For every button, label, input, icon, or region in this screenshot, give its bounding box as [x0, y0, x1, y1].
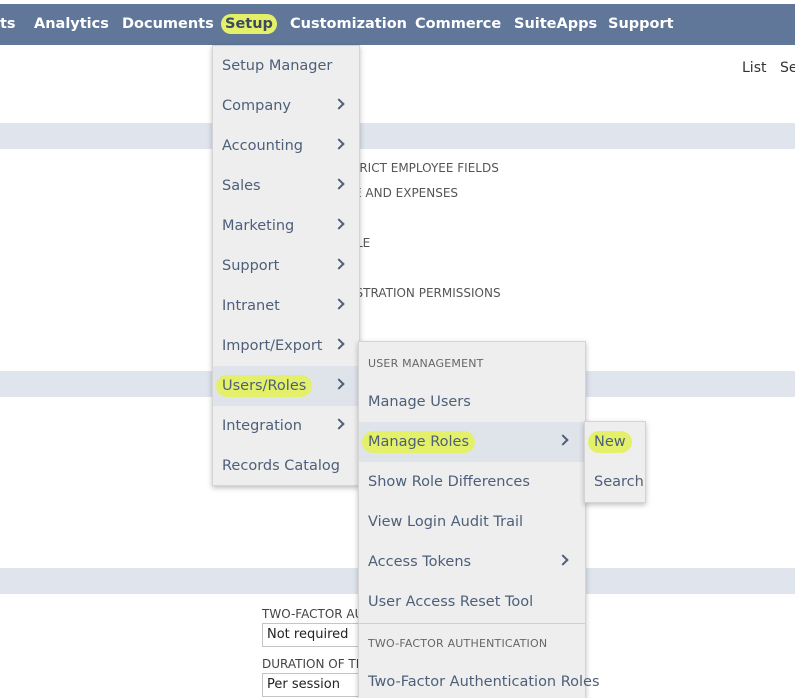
- menu-item-intranet[interactable]: Intranet: [213, 286, 359, 326]
- menu-item-access-tokens[interactable]: Access Tokens: [359, 542, 585, 582]
- menu-item-accounting[interactable]: Accounting: [213, 126, 359, 166]
- menu-item-marketing[interactable]: Marketing: [213, 206, 359, 246]
- chevron-right-icon: [333, 258, 345, 270]
- menu-item-user-access-reset-tool[interactable]: User Access Reset Tool: [359, 582, 585, 622]
- users-roles-submenu: USER MANAGEMENT Manage Users Manage Role…: [358, 341, 600, 698]
- nav-item-documents[interactable]: Documents: [122, 4, 214, 45]
- permission-label: E AND EXPENSES: [354, 186, 459, 200]
- duration-field-label: DURATION OF TR: [262, 657, 365, 671]
- menu-divider: [359, 623, 585, 624]
- menu-item-sales[interactable]: Sales: [213, 166, 359, 206]
- nav-item-support[interactable]: Support: [608, 4, 674, 45]
- search-link[interactable]: Se: [780, 60, 795, 76]
- menu-item-view-login-audit-trail[interactable]: View Login Audit Trail: [359, 502, 585, 542]
- permission-label: ISTRATION PERMISSIONS: [352, 286, 501, 300]
- menu-item-users-roles[interactable]: Users/Roles: [213, 366, 359, 406]
- menu-item-show-role-differences[interactable]: Show Role Differences: [359, 462, 585, 502]
- user-management-header: USER MANAGEMENT: [368, 357, 484, 370]
- chevron-right-icon: [333, 298, 345, 310]
- chevron-right-icon: [557, 554, 569, 566]
- chevron-right-icon: [557, 434, 569, 446]
- menu-item-manage-users[interactable]: Manage Users: [359, 382, 585, 422]
- menu-item-two-factor-authentication-roles[interactable]: Two-Factor Authentication Roles: [359, 662, 600, 698]
- menu-item-new-role[interactable]: New: [585, 422, 645, 462]
- chevron-right-icon: [333, 378, 345, 390]
- menu-item-company[interactable]: Company: [213, 86, 359, 126]
- nav-item-analytics[interactable]: Analytics: [34, 4, 109, 45]
- two-factor-select[interactable]: Not required: [262, 623, 362, 647]
- chevron-right-icon: [333, 338, 345, 350]
- setup-dropdown-menu: Setup Manager Company Accounting Sales M…: [212, 45, 360, 486]
- chevron-right-icon: [333, 138, 345, 150]
- duration-select[interactable]: Per session: [262, 673, 362, 697]
- manage-roles-submenu: New Search: [584, 421, 646, 503]
- menu-item-integration[interactable]: Integration: [213, 406, 359, 446]
- two-factor-header: TWO-FACTOR AUTHENTICATION: [368, 637, 548, 650]
- chevron-right-icon: [333, 178, 345, 190]
- nav-item-suiteapps[interactable]: SuiteApps: [514, 4, 597, 45]
- permission-label: TRICT EMPLOYEE FIELDS: [352, 161, 499, 175]
- menu-item-records-catalog[interactable]: Records Catalog: [213, 446, 359, 486]
- menu-item-import-export[interactable]: Import/Export: [213, 326, 359, 366]
- nav-item-customization[interactable]: Customization: [290, 4, 407, 45]
- nav-item-commerce[interactable]: Commerce: [415, 4, 501, 45]
- list-link[interactable]: List: [742, 60, 766, 76]
- section-header-band: [0, 123, 795, 149]
- chevron-right-icon: [333, 418, 345, 430]
- two-factor-field-label: TWO-FACTOR AUT: [262, 607, 371, 621]
- nav-item-setup[interactable]: Setup: [221, 4, 277, 45]
- menu-item-setup-manager[interactable]: Setup Manager: [213, 46, 359, 86]
- menu-item-manage-roles[interactable]: Manage Roles: [359, 422, 585, 462]
- menu-item-support[interactable]: Support: [213, 246, 359, 286]
- menu-item-search-roles[interactable]: Search: [585, 462, 645, 502]
- nav-item-truncated[interactable]: ts: [0, 4, 16, 45]
- top-navigation-bar: ts Analytics Documents Setup Customizati…: [0, 4, 795, 45]
- chevron-right-icon: [333, 98, 345, 110]
- chevron-right-icon: [333, 218, 345, 230]
